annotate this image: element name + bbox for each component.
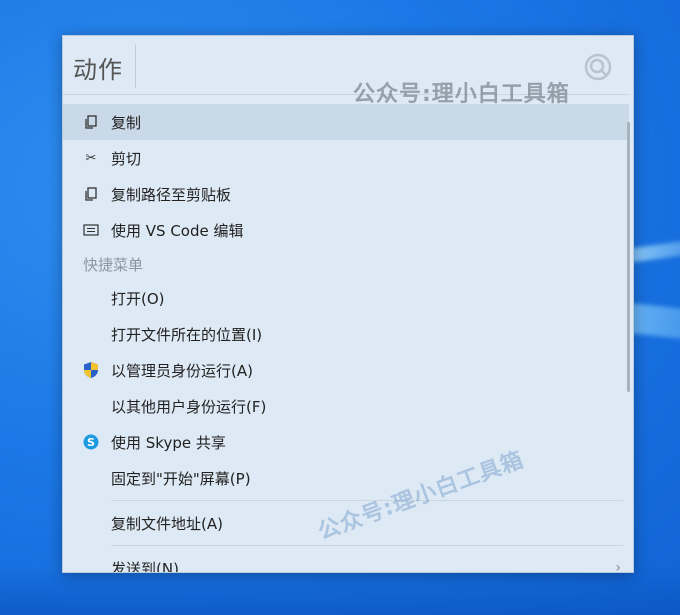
menu-item-label: 发送到(N) <box>111 559 179 573</box>
menu-item-label: 复制 <box>111 113 142 132</box>
menu-item-label: 使用 VS Code 编辑 <box>111 221 244 240</box>
menu-separator <box>111 545 623 546</box>
menu-item-skype-share[interactable]: S 使用 Skype 共享 <box>63 424 629 460</box>
menu-item-vscode[interactable]: 使用 VS Code 编辑 <box>63 212 629 248</box>
scrollbar-thumb[interactable] <box>627 122 630 392</box>
title-divider <box>135 44 136 88</box>
menu-item-pin-start[interactable]: 固定到"开始"屏幕(P) <box>63 460 629 496</box>
menu-item-label: 使用 Skype 共享 <box>111 433 226 452</box>
menu-item-label: 复制路径至剪贴板 <box>111 185 232 204</box>
copy-icon <box>81 112 101 132</box>
menu-item-label: 以其他用户身份运行(F) <box>111 397 267 416</box>
search-icon[interactable] <box>581 50 615 84</box>
actions-panel: 动作 复制 ✂ 剪切 复制路径至剪贴板 使用 VS Code 编辑 快捷菜单 打… <box>62 35 634 573</box>
svg-text:S: S <box>87 436 95 449</box>
editor-icon <box>81 220 101 240</box>
menu-item-run-as-admin[interactable]: 以管理员身份运行(A) <box>63 352 629 388</box>
menu-item-open[interactable]: 打开(O) <box>63 280 629 316</box>
menu-item-label: 以管理员身份运行(A) <box>111 361 253 380</box>
menu-item-label: 固定到"开始"屏幕(P) <box>111 469 251 488</box>
skype-icon: S <box>81 432 101 452</box>
section-label-quick-menu: 快捷菜单 <box>83 255 144 274</box>
menu-item-label: 复制文件地址(A) <box>111 514 223 533</box>
copy-icon <box>81 184 101 204</box>
menu-item-open-location[interactable]: 打开文件所在的位置(I) <box>63 316 629 352</box>
menu-item-send-to[interactable]: 发送到(N) › <box>63 550 629 573</box>
menu-item-run-as-other[interactable]: 以其他用户身份运行(F) <box>63 388 629 424</box>
watermark-text: 公众号:理小白工具箱 <box>353 82 570 107</box>
menu-item-cut[interactable]: ✂ 剪切 <box>63 140 629 176</box>
menu-item-label: 打开文件所在的位置(I) <box>111 325 263 344</box>
menu-item-copy-path[interactable]: 复制路径至剪贴板 <box>63 176 629 212</box>
scissors-icon: ✂ <box>85 150 97 166</box>
uac-shield-icon <box>81 360 101 380</box>
chevron-right-icon: › <box>615 560 621 573</box>
menu-item-copy[interactable]: 复制 <box>63 104 629 140</box>
menu-item-label: 打开(O) <box>111 289 165 308</box>
panel-title: 动作 <box>73 56 123 84</box>
menu-item-label: 剪切 <box>111 149 142 168</box>
